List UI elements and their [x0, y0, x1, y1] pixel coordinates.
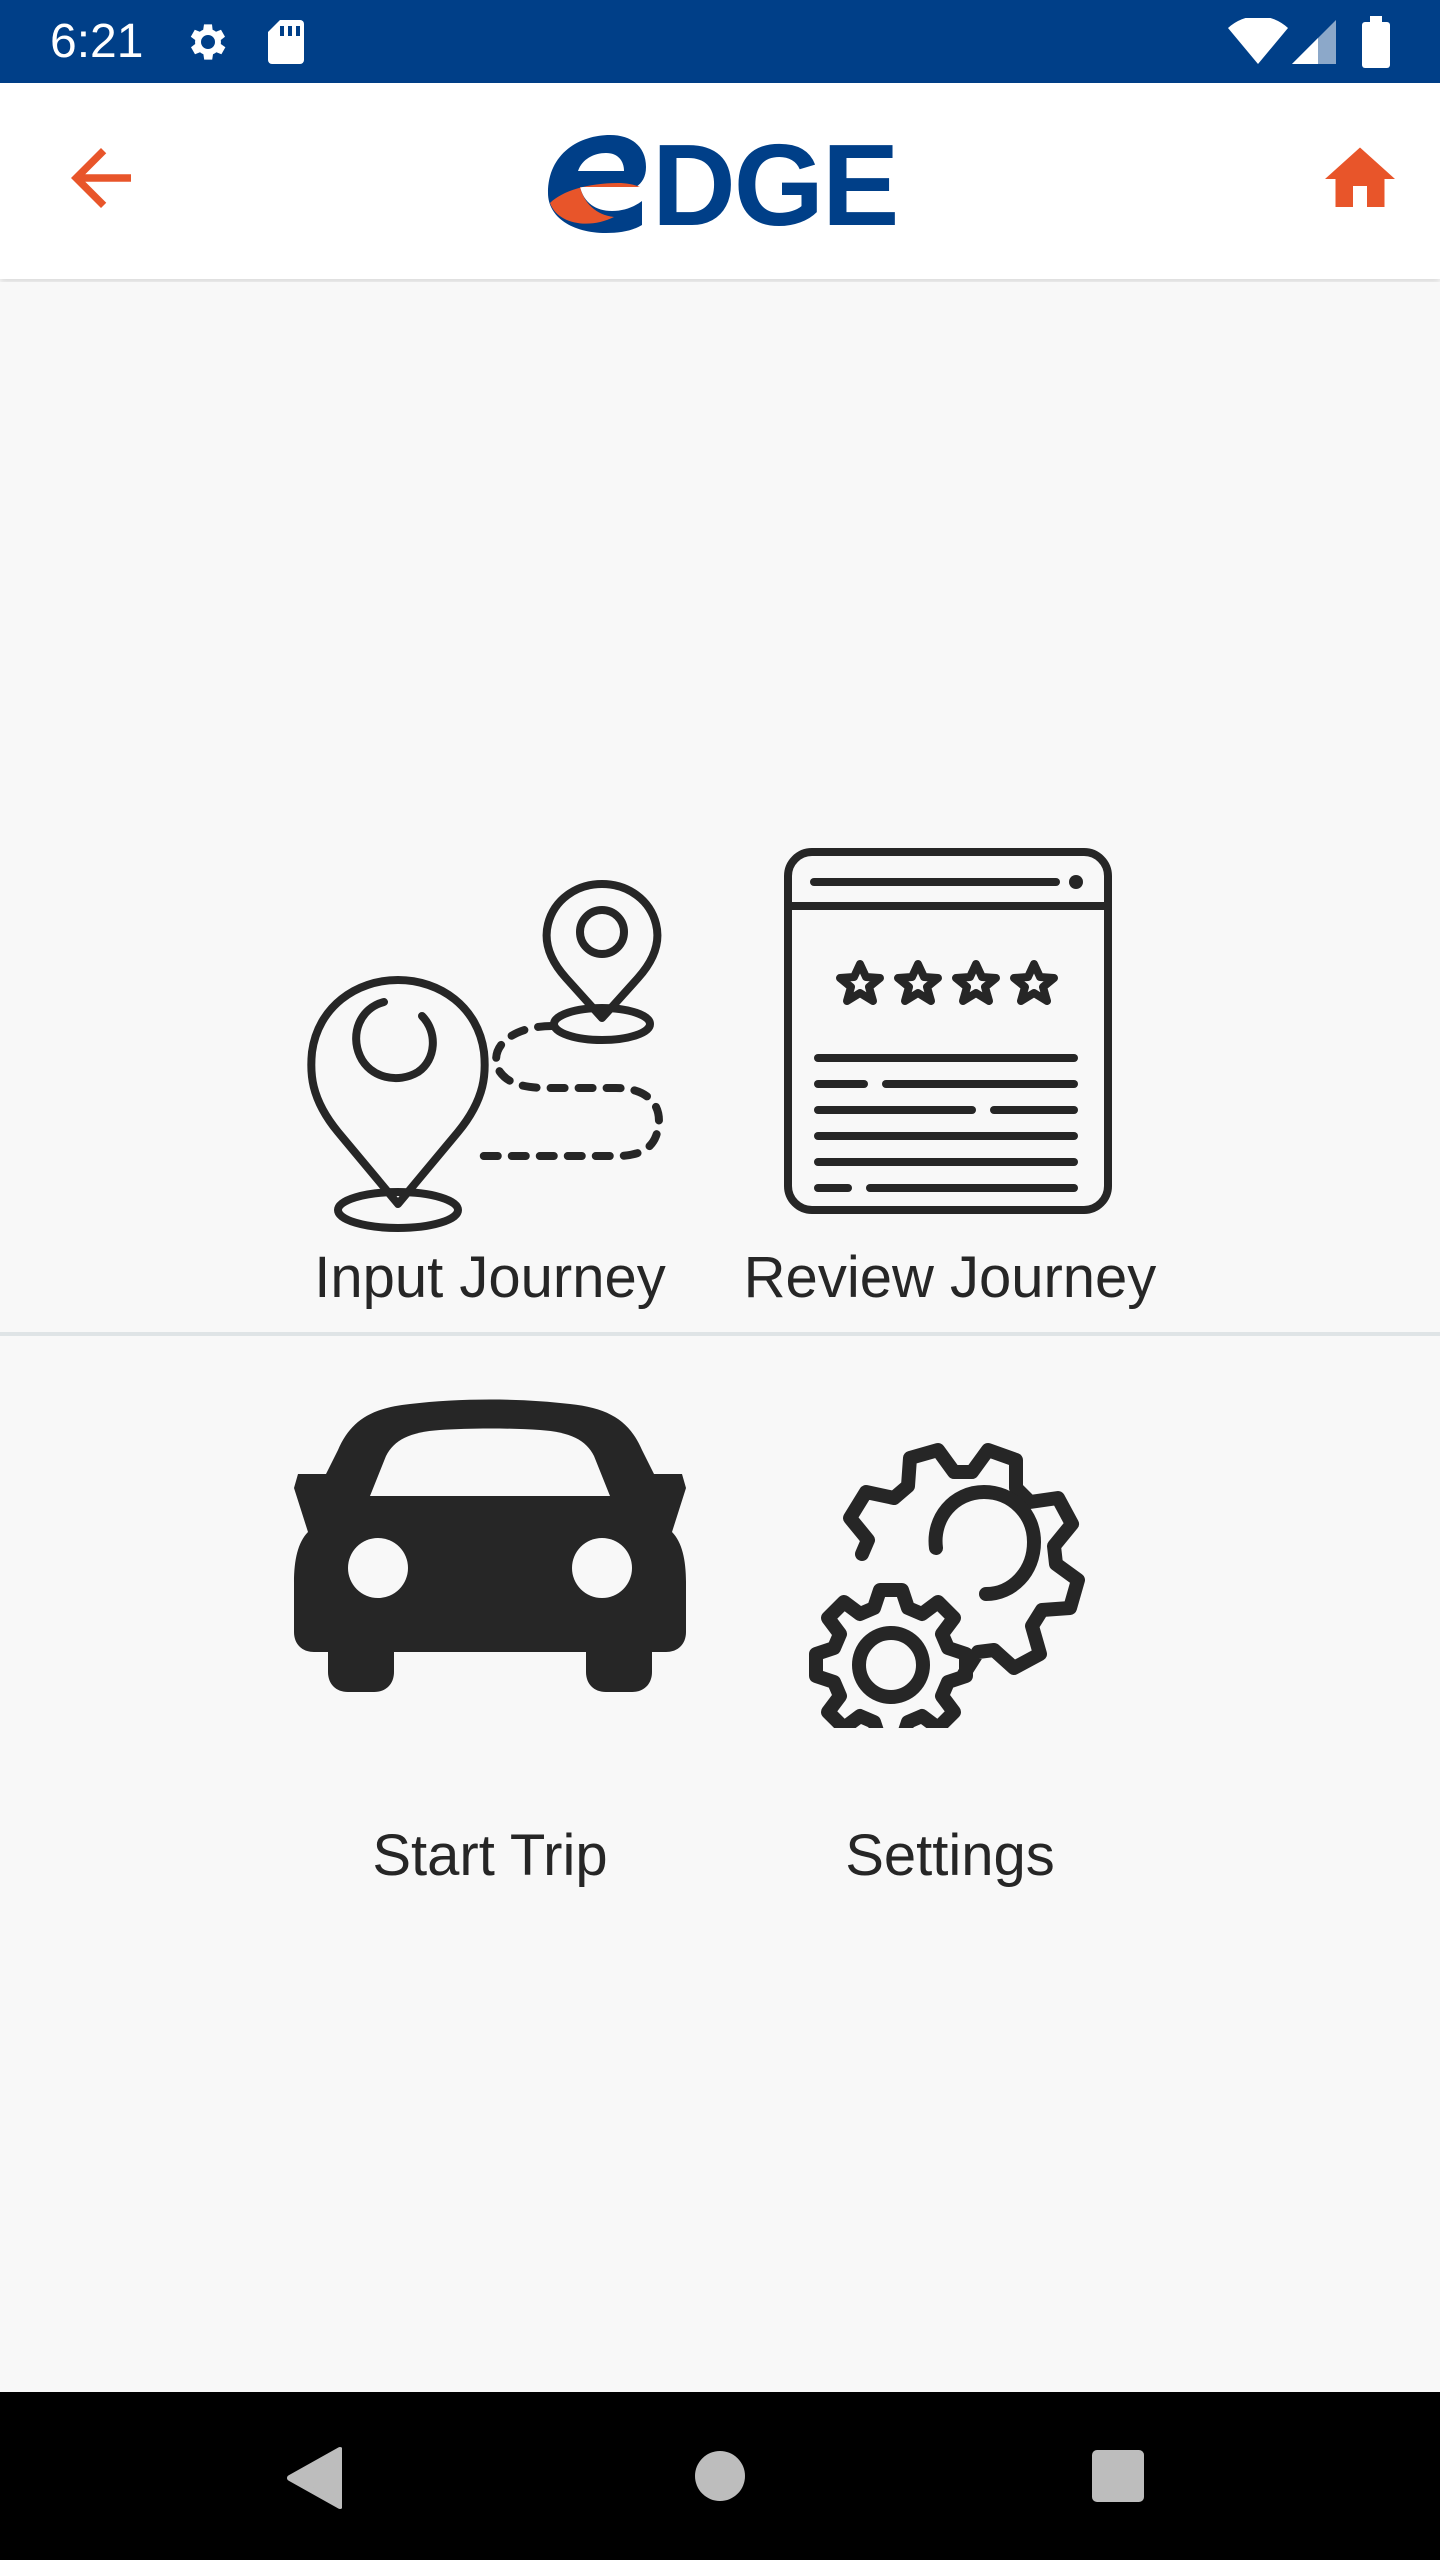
status-time: 6:21 — [50, 15, 144, 68]
review-journey-tile[interactable]: Review Journey — [740, 812, 1160, 1332]
car-icon — [294, 1399, 686, 1692]
sd-card-icon — [266, 18, 306, 71]
battery-icon — [1362, 16, 1390, 73]
recents-square-icon — [1092, 2450, 1144, 2502]
back-triangle-icon — [287, 2447, 343, 2509]
input-journey-label: Input Journey — [314, 1245, 666, 1310]
system-recents-button[interactable] — [1090, 2448, 1146, 2509]
map-route-icon — [307, 880, 663, 1232]
home-button[interactable] — [1318, 137, 1414, 227]
start-trip-label: Start Trip — [372, 1823, 608, 1888]
system-back-button[interactable] — [286, 2446, 343, 2515]
edge-logo: DGE — [540, 120, 900, 250]
arrow-left-icon — [71, 148, 131, 208]
review-document-icon — [784, 848, 1112, 1214]
gears-icon — [809, 1443, 1085, 1728]
home-circle-icon — [695, 2451, 745, 2501]
settings-label: Settings — [845, 1823, 1055, 1888]
start-trip-tile[interactable]: Start Trip — [290, 1392, 690, 1888]
settings-icon — [184, 18, 232, 71]
wifi-icon — [1228, 16, 1288, 71]
back-button[interactable] — [56, 133, 146, 223]
review-journey-label: Review Journey — [743, 1245, 1157, 1310]
app-bar: DGE — [0, 83, 1440, 279]
signal-icon — [1292, 18, 1336, 71]
home-menu: Input Journey Review Journey Start Trip … — [0, 282, 1440, 2392]
system-nav-bar — [0, 2392, 1440, 2560]
settings-tile[interactable]: Settings — [740, 1392, 1160, 1888]
system-home-button[interactable] — [694, 2450, 746, 2507]
section-divider — [0, 1332, 1440, 1336]
input-journey-tile[interactable]: Input Journey — [290, 812, 690, 1332]
svg-text:DGE: DGE — [652, 125, 897, 237]
home-icon — [1325, 147, 1395, 207]
status-bar: 6:21 — [0, 0, 1440, 83]
